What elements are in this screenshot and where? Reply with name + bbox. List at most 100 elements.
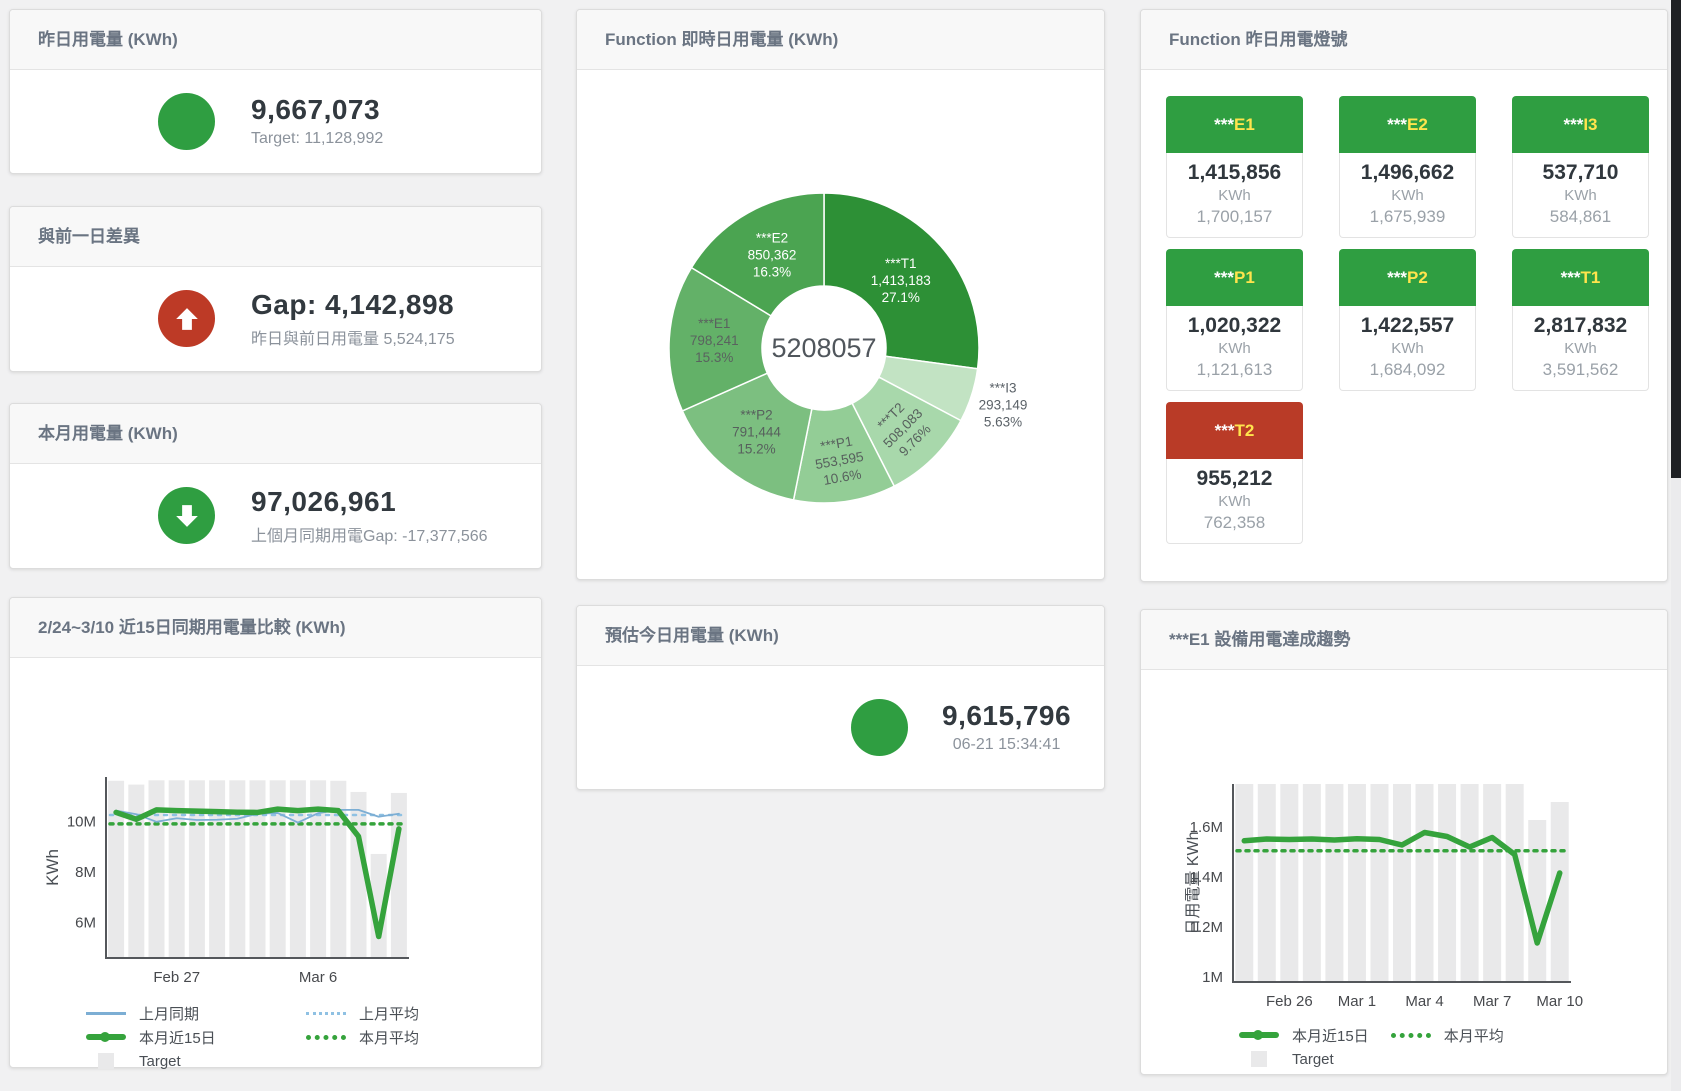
legend-item[interactable]: 本月平均	[1391, 1025, 1504, 1046]
x-tick-label: Mar 6	[299, 969, 337, 986]
stat-row: Gap: 4,142,898 昨日與前日用電量 5,524,175	[10, 267, 541, 370]
tile-unit: KWh	[1340, 187, 1475, 204]
legend-label: 上月同期	[139, 1003, 199, 1024]
panel-month: 本月用電量 (KWh) 97,026,961 上個月同期用電Gap: -17,3…	[9, 403, 542, 569]
panel-title: ***E1 設備用電達成趨勢	[1141, 610, 1667, 670]
green-dashed-line-icon	[1391, 1027, 1431, 1043]
target-bar	[1325, 784, 1343, 982]
tile-unit: KWh	[1340, 340, 1475, 357]
panel-title: 預估今日用電量 (KWh)	[577, 606, 1104, 666]
legend-item[interactable]: 上月同期	[86, 1003, 306, 1024]
target-bar	[1258, 784, 1276, 982]
target-swatch-icon	[1239, 1051, 1279, 1067]
blue-line-icon	[86, 1005, 126, 1021]
tile-target: 1,121,613	[1167, 360, 1302, 380]
legend-label: Target	[1292, 1051, 1334, 1068]
target-bar	[1370, 784, 1388, 982]
x-tick-label: Mar 10	[1536, 993, 1583, 1010]
tile-target: 762,358	[1167, 513, 1302, 533]
status-circle-green	[851, 699, 908, 756]
panel-title: Function 即時日用電量 (KWh)	[577, 10, 1104, 70]
green-dashed-line-icon	[306, 1029, 346, 1045]
target-bar	[250, 780, 266, 958]
y-tick-label: 1M	[1202, 969, 1223, 986]
target-bar	[209, 780, 225, 958]
target-bar	[128, 785, 144, 958]
target-bar	[290, 780, 306, 958]
green-line-icon	[86, 1029, 126, 1045]
x-tick-label: Feb 27	[153, 969, 200, 986]
panel-title: 昨日用電量 (KWh)	[10, 10, 541, 70]
tile-target: 1,700,157	[1167, 207, 1302, 227]
up-arrow-icon	[158, 290, 215, 347]
scrollbar[interactable]	[1671, 0, 1681, 1091]
panel-title: 與前一日差異	[10, 207, 541, 267]
donut-center-total: 5208057	[771, 333, 876, 363]
y-axis-title: 日用電量 KWh	[1185, 831, 1202, 934]
donut-slice-label: ***I3293,1495.63%	[979, 381, 1028, 430]
tile-value: 1,496,662	[1340, 161, 1475, 185]
tile-target: 1,684,092	[1340, 360, 1475, 380]
stat-value: 9,615,796	[942, 700, 1071, 732]
light-tile: ***E21,496,662KWh1,675,939	[1339, 96, 1476, 238]
stat-value: Gap: 4,142,898	[251, 289, 455, 321]
x-tick-label: Mar 7	[1473, 993, 1511, 1010]
target-bar	[1235, 784, 1253, 982]
target-bar	[1416, 784, 1434, 982]
target-bar	[149, 780, 165, 958]
legend-item[interactable]: Target	[1239, 1051, 1334, 1068]
x-tick-label: Mar 1	[1338, 993, 1376, 1010]
tile-value: 2,817,832	[1513, 314, 1648, 338]
panel-donut: Function 即時日用電量 (KWh) ***T11,413,18327.1…	[576, 9, 1105, 580]
down-arrow-icon	[158, 487, 215, 544]
tile-unit: KWh	[1167, 493, 1302, 510]
target-bar	[1280, 784, 1298, 982]
tile-target: 584,861	[1513, 207, 1648, 227]
tile-value: 1,415,856	[1167, 161, 1302, 185]
legend-item[interactable]: 本月近15日	[86, 1027, 306, 1048]
y-tick-label: 10M	[67, 813, 96, 830]
legend-item[interactable]: Target	[86, 1053, 306, 1070]
tile-value: 955,212	[1167, 467, 1302, 491]
tile-target: 3,591,562	[1513, 360, 1648, 380]
x-tick-label: Mar 4	[1405, 993, 1443, 1010]
light-tile-grid: ***E11,415,856KWh1,700,157***E21,496,662…	[1141, 70, 1651, 544]
scrollbar-thumb[interactable]	[1671, 0, 1681, 478]
tile-name: ***T2	[1166, 402, 1303, 459]
donut-chart[interactable]: ***T11,413,18327.1%***I3293,1495.63%***T…	[577, 70, 1104, 584]
panel-lights: Function 昨日用電燈號 ***E11,415,856KWh1,700,1…	[1140, 9, 1668, 582]
trend-chart[interactable]: 1M1.2M1.4M1.6MFeb 26Mar 1Mar 4Mar 7Mar 1…	[1141, 670, 1667, 1017]
target-bar	[1438, 784, 1456, 982]
y-tick-label: 8M	[75, 864, 96, 881]
legend-label: 上月平均	[359, 1003, 419, 1024]
stat-row: 9,667,073 Target: 11,128,992	[10, 70, 541, 172]
target-swatch-icon	[86, 1053, 126, 1069]
stat-row: 97,026,961 上個月同期用電Gap: -17,377,566	[10, 464, 541, 567]
tile-value: 1,422,557	[1340, 314, 1475, 338]
legend-label: 本月平均	[1444, 1025, 1504, 1046]
legend-item[interactable]: 上月平均	[306, 1003, 526, 1024]
light-tile: ***P11,020,322KWh1,121,613	[1166, 249, 1303, 391]
legend-item[interactable]: 本月平均	[306, 1027, 526, 1048]
target-bar	[1348, 784, 1366, 982]
compare-chart[interactable]: 6M8M10MFeb 27Mar 6KWh	[10, 658, 541, 999]
tile-value: 537,710	[1513, 161, 1648, 185]
tile-unit: KWh	[1513, 340, 1648, 357]
tile-name: ***E1	[1166, 96, 1303, 153]
stat-row: 9,615,796 06-21 15:34:41	[577, 666, 1104, 788]
stat-subtitle: 昨日與前日用電量 5,524,175	[251, 325, 455, 349]
target-bar	[189, 780, 205, 958]
tile-name: ***T1	[1512, 249, 1649, 306]
tile-unit: KWh	[1167, 340, 1302, 357]
legend-item[interactable]: 本月近15日	[1239, 1025, 1369, 1046]
panel-estimate: 預估今日用電量 (KWh) 9,615,796 06-21 15:34:41	[576, 605, 1105, 790]
stat-value: 9,667,073	[251, 94, 383, 126]
y-tick-label: 6M	[75, 915, 96, 932]
legend-label: 本月平均	[359, 1027, 419, 1048]
stat-subtitle: Target: 11,128,992	[251, 130, 383, 148]
target-bar	[1393, 784, 1411, 982]
panel-trend: ***E1 設備用電達成趨勢 1M1.2M1.4M1.6MFeb 26Mar 1…	[1140, 609, 1668, 1075]
light-tile: ***E11,415,856KWh1,700,157	[1166, 96, 1303, 238]
target-bar	[330, 781, 346, 958]
panel-gap: 與前一日差異 Gap: 4,142,898 昨日與前日用電量 5,524,175	[9, 206, 542, 372]
